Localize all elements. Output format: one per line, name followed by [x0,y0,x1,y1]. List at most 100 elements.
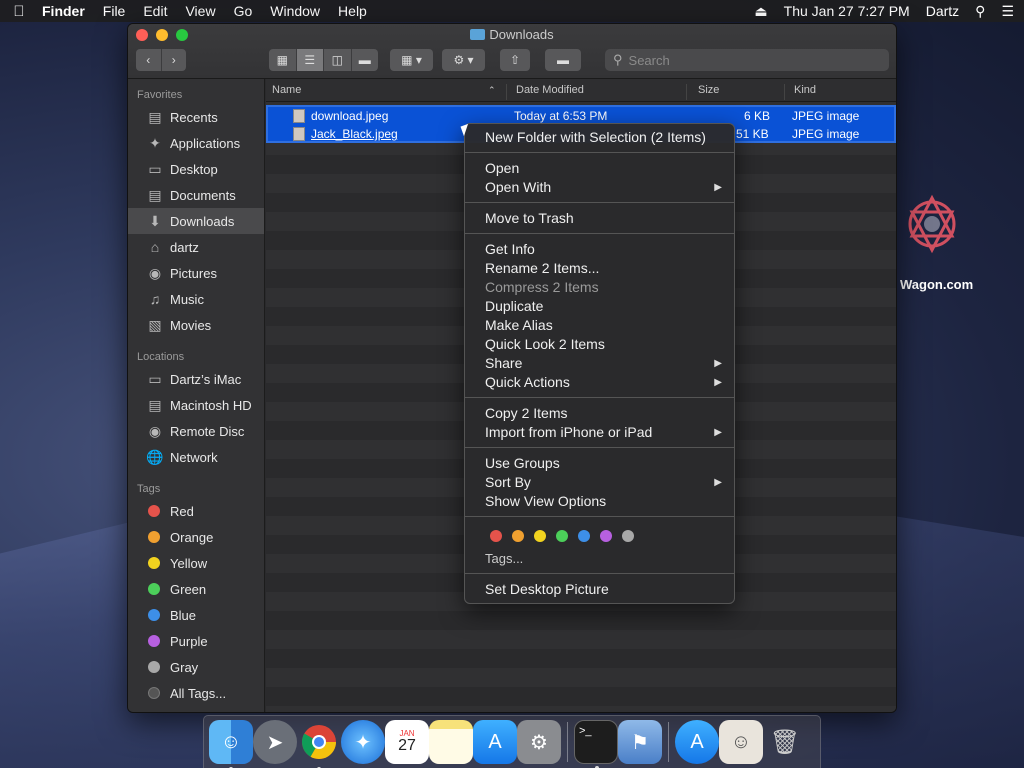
chrome-icon[interactable] [297,720,341,768]
sort-chevron-icon: ⌃ [488,85,496,95]
sidebar-item-documents[interactable]: ▤ Documents [128,182,264,208]
sidebar-all-tags[interactable]: All Tags... [128,680,264,706]
user-menu[interactable]: Dartz [926,3,959,19]
tag-gray-button[interactable] [622,530,634,542]
eject-icon[interactable]: ⏏ [754,3,767,20]
sidebar-item-music[interactable]: ♫ Music [128,286,264,312]
menu-item-tags[interactable]: Tags... [465,549,734,568]
icon-view-button[interactable]: ▦ [269,49,297,71]
desktop-file-icon[interactable]: Wagon.com [900,186,980,296]
forward-button[interactable]: › [162,49,187,71]
menu-item-import-from-iphone[interactable]: Import from iPhone or iPad ▶ [465,423,734,442]
downloads-stack-icon[interactable]: A [675,720,719,764]
safari-icon[interactable]: ✦ [341,720,385,764]
tag-orange-button[interactable] [512,530,524,542]
menu-item-copy[interactable]: Copy 2 Items [465,404,734,423]
group-button[interactable]: ▦ ▾ [390,49,433,71]
column-view-button[interactable]: ◫ [324,49,352,71]
gallery-view-button[interactable]: ▬ [352,49,379,71]
system-preferences-icon[interactable]: ⚙ [517,720,561,764]
sidebar-tag-purple[interactable]: Purple [128,628,264,654]
menu-item-make-alias[interactable]: Make Alias [465,316,734,335]
sidebar-item-label: Macintosh HD [170,397,252,413]
menu-item-quick-actions[interactable]: Quick Actions ▶ [465,373,734,392]
search-field[interactable]: ⚲ Search [605,49,889,71]
menu-item-open[interactable]: Open [465,159,734,178]
menu-item-get-info[interactable]: Get Info [465,240,734,259]
sidebar-item-movies[interactable]: ▧ Movies [128,312,264,338]
menu-view[interactable]: View [185,3,215,19]
sidebar-item-pictures[interactable]: ◉ Pictures [128,260,264,286]
menu-item-move-to-trash[interactable]: Move to Trash [465,209,734,228]
app-store-icon[interactable]: A [473,720,517,764]
menu-go[interactable]: Go [234,3,253,19]
sidebar-item-imac[interactable]: ▭ Dartz’s iMac [128,366,264,392]
calendar-icon[interactable]: JAN 27 [385,720,429,764]
dock-separator [668,722,669,762]
menu-edit[interactable]: Edit [143,3,167,19]
sidebar-item-downloads[interactable]: ⬇ Downloads [128,208,264,234]
action-button[interactable]: ⚙ ▾ [442,49,485,71]
terminal-icon[interactable]: >_ [574,720,618,768]
column-divider [784,84,785,100]
column-header-size[interactable]: Size [698,84,719,96]
list-view-button[interactable]: ☰ [296,49,324,71]
apple-menu-icon[interactable]:  [10,3,28,20]
menu-item-new-folder-with-selection[interactable]: New Folder with Selection (2 Items) [465,128,734,147]
sidebar-tag-gray[interactable]: Gray [128,654,264,680]
menu-item-use-groups[interactable]: Use Groups [465,454,734,473]
menu-help[interactable]: Help [338,3,367,19]
menu-item-open-with[interactable]: Open With ▶ [465,178,734,197]
launchpad-icon[interactable]: ➤ [253,720,297,764]
sidebar-item-macintosh-hd[interactable]: ▤ Macintosh HD [128,392,264,418]
clock[interactable]: Thu Jan 27 7:27 PM [784,3,910,19]
sidebar-tag-green[interactable]: Green [128,576,264,602]
menu-window[interactable]: Window [270,3,320,19]
sidebar-item-home[interactable]: ⌂ dartz [128,234,264,260]
sidebar-item-applications[interactable]: ✦ Applications [128,130,264,156]
tag-yellow-button[interactable] [534,530,546,542]
dock-separator [567,722,568,762]
tags-button[interactable]: ▬ [545,49,581,71]
column-header-date[interactable]: Date Modified [516,84,584,96]
spotlight-icon[interactable]: ⚲ [975,3,985,20]
network-icon: 🌐 [146,448,164,465]
preview-icon[interactable]: ⚑ [618,720,662,764]
finder-icon[interactable]: ☺ [209,720,253,768]
sidebar-tag-blue[interactable]: Blue [128,602,264,628]
menu-separator [465,397,734,398]
notification-center-icon[interactable]: ☰ [1001,3,1014,20]
menu-separator [465,233,734,234]
menu-item-label: Import from iPhone or iPad [485,424,653,440]
sidebar-item-recents[interactable]: ▤ Recents [128,104,264,130]
tag-green-button[interactable] [556,530,568,542]
tag-red-button[interactable] [490,530,502,542]
notes-icon[interactable] [429,720,473,764]
tag-color-picker [465,523,734,549]
back-button[interactable]: ‹ [136,49,162,71]
sidebar-item-remote-disc[interactable]: ◉ Remote Disc [128,418,264,444]
sidebar-item-network[interactable]: 🌐 Network [128,444,264,470]
menu-item-show-view-options[interactable]: Show View Options [465,492,734,511]
menu-item-set-desktop-picture[interactable]: Set Desktop Picture [465,580,734,599]
menu-file[interactable]: File [103,3,126,19]
column-header-name[interactable]: Name [272,84,301,96]
menu-item-duplicate[interactable]: Duplicate [465,297,734,316]
photo-stack-icon[interactable]: ☺ [719,720,763,764]
menu-finder[interactable]: Finder [42,3,85,19]
sidebar-tag-yellow[interactable]: Yellow [128,550,264,576]
tag-blue-button[interactable] [578,530,590,542]
menu-item-share[interactable]: Share ▶ [465,354,734,373]
trash-icon[interactable]: 🗑 [763,720,807,764]
menu-item-quick-look[interactable]: Quick Look 2 Items [465,335,734,354]
tag-purple-button[interactable] [600,530,612,542]
sidebar-tag-red[interactable]: Red [128,498,264,524]
sidebar-item-desktop[interactable]: ▭ Desktop [128,156,264,182]
menu-item-rename[interactable]: Rename 2 Items... [465,259,734,278]
sidebar-tag-orange[interactable]: Orange [128,524,264,550]
menu-item-compress: Compress 2 Items [485,279,599,295]
menu-item-sort-by[interactable]: Sort By ▶ [465,473,734,492]
share-button[interactable]: ⇧ [500,49,530,71]
column-header-kind[interactable]: Kind [794,84,816,96]
sidebar-item-label: Red [170,503,194,519]
